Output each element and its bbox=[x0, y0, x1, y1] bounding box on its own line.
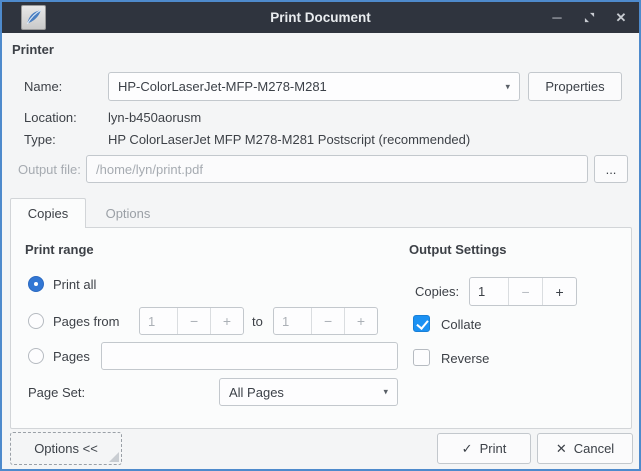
output-file-input[interactable]: /home/lyn/print.pdf bbox=[86, 155, 588, 183]
minus-icon[interactable]: − bbox=[508, 278, 542, 305]
print-dialog-window: Print Document ─ ✕ Printer Name: HP-Colo… bbox=[0, 0, 641, 471]
print-all-label: Print all bbox=[53, 277, 96, 293]
chevron-down-icon: ▾ bbox=[505, 81, 510, 92]
location-value: lyn-b450aorusm bbox=[108, 110, 201, 126]
browse-button-label: ... bbox=[606, 162, 617, 177]
copies-tab-panel: Print range Print all Pages from 1 − + t… bbox=[10, 227, 632, 429]
plus-icon[interactable]: + bbox=[344, 308, 377, 334]
printer-name-combo[interactable]: HP-ColorLaserJet-MFP-M278-M281 ▾ bbox=[108, 72, 520, 101]
properties-button[interactable]: Properties bbox=[528, 72, 622, 101]
pages-from-label: Pages from bbox=[53, 314, 119, 330]
pages-label: Pages bbox=[53, 349, 90, 365]
pages-to-spinner[interactable]: 1 − + bbox=[273, 307, 378, 335]
printer-name-value: HP-ColorLaserJet-MFP-M278-M281 bbox=[118, 79, 327, 94]
cancel-button[interactable]: ✕ Cancel bbox=[537, 433, 633, 464]
output-file-label: Output file: bbox=[18, 162, 81, 178]
titlebar: Print Document ─ ✕ bbox=[2, 2, 639, 33]
type-label: Type: bbox=[24, 132, 56, 148]
output-file-value: /home/lyn/print.pdf bbox=[96, 162, 203, 177]
collate-label: Collate bbox=[441, 317, 481, 333]
printer-section-label: Printer bbox=[12, 42, 54, 58]
minus-icon[interactable]: − bbox=[311, 308, 344, 334]
print-button-label: Print bbox=[480, 441, 507, 456]
window-title: Print Document bbox=[2, 10, 639, 25]
tab-copies[interactable]: Copies bbox=[10, 198, 86, 228]
cancel-button-label: Cancel bbox=[574, 441, 614, 456]
location-label: Location: bbox=[24, 110, 77, 126]
close-icon[interactable]: ✕ bbox=[613, 10, 629, 26]
page-set-combo[interactable]: All Pages ▾ bbox=[219, 378, 398, 406]
minimize-icon[interactable]: ─ bbox=[549, 10, 565, 26]
pages-radio[interactable] bbox=[28, 348, 44, 364]
print-button[interactable]: ✓ Print bbox=[437, 433, 531, 464]
pages-to-value: 1 bbox=[274, 308, 311, 334]
page-set-label: Page Set: bbox=[28, 385, 85, 401]
tab-copies-label: Copies bbox=[28, 206, 68, 221]
plus-icon[interactable]: + bbox=[542, 278, 576, 305]
type-value: HP ColorLaserJet MFP M278-M281 Postscrip… bbox=[108, 132, 470, 148]
chevron-down-icon: ▾ bbox=[383, 387, 388, 398]
output-settings-section-label: Output Settings bbox=[409, 242, 507, 258]
resize-grip-icon bbox=[109, 452, 119, 462]
pages-from-value: 1 bbox=[140, 308, 177, 334]
properties-button-label: Properties bbox=[545, 79, 604, 94]
quill-feather-icon bbox=[24, 8, 43, 27]
print-range-section-label: Print range bbox=[25, 242, 94, 258]
tab-options-label: Options bbox=[106, 206, 151, 221]
minus-icon[interactable]: − bbox=[177, 308, 210, 334]
page-set-value: All Pages bbox=[229, 385, 284, 400]
tab-options[interactable]: Options bbox=[86, 198, 170, 228]
print-all-radio[interactable] bbox=[28, 276, 44, 292]
pages-input[interactable] bbox=[101, 342, 398, 370]
options-toggle-label: Options << bbox=[34, 441, 98, 456]
pages-from-spinner[interactable]: 1 − + bbox=[139, 307, 244, 335]
copies-spinner[interactable]: 1 − + bbox=[469, 277, 577, 306]
options-toggle-button[interactable]: Options << bbox=[10, 432, 122, 465]
maximize-icon[interactable] bbox=[581, 10, 597, 26]
collate-checkbox[interactable] bbox=[413, 315, 430, 332]
pages-from-radio[interactable] bbox=[28, 313, 44, 329]
copies-value: 1 bbox=[470, 278, 508, 305]
browse-button[interactable]: ... bbox=[594, 155, 628, 183]
plus-icon[interactable]: + bbox=[210, 308, 243, 334]
pages-to-label: to bbox=[252, 314, 263, 330]
reverse-label: Reverse bbox=[441, 351, 489, 367]
reverse-checkbox[interactable] bbox=[413, 349, 430, 366]
x-icon: ✕ bbox=[556, 441, 567, 457]
check-icon: ✓ bbox=[462, 441, 473, 457]
copies-label: Copies: bbox=[415, 284, 459, 300]
application-icon bbox=[21, 5, 46, 30]
printer-name-label: Name: bbox=[24, 79, 62, 95]
